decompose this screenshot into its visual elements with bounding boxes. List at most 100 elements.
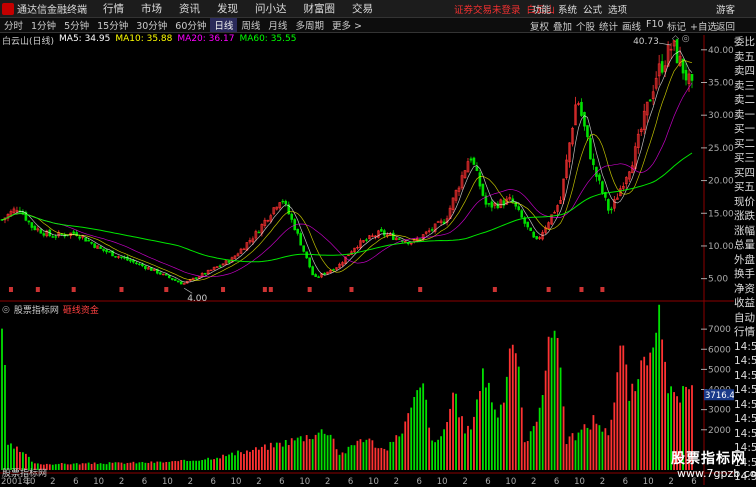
event-marker-icon <box>71 287 76 292</box>
candle-body <box>72 231 75 234</box>
menu-gongneng[interactable]: 功能 <box>532 2 551 16</box>
tool-add-favorite[interactable]: +自选 <box>690 19 717 33</box>
tool-fuquan[interactable]: 复权 <box>530 19 549 33</box>
tool-tongji[interactable]: 统计 <box>599 19 618 33</box>
candle-body <box>167 275 171 279</box>
quote-panel-item: 14:50 <box>734 355 756 367</box>
candle-body <box>138 263 141 266</box>
quote-panel-item: 14:50 <box>734 427 756 440</box>
period-5min[interactable]: 5分钟 <box>60 18 93 32</box>
event-marker-icon <box>307 287 312 292</box>
quote-panel: 委比 卖五 卖四 卖三 卖二 卖一 买一 买二 买三 买四 买五 现价 涨跌 涨幅 总量 外盘 换手 净资 收益 自动… <box>734 35 756 487</box>
indicator-title: ◎ 股票指标网 砸线资金 <box>2 303 99 317</box>
tool-huaxian[interactable]: 画线 <box>622 19 641 33</box>
candle-body <box>299 233 303 246</box>
tool-diejia[interactable]: 叠加 <box>553 19 572 33</box>
candle-body <box>141 263 144 267</box>
candle-body <box>490 201 494 208</box>
x-axis-tick: 6 <box>142 477 147 487</box>
candle-body <box>179 281 183 285</box>
period-multi[interactable]: 多周期 <box>291 18 328 32</box>
period-1min[interactable]: 1分钟 <box>27 18 60 32</box>
menu-faxian[interactable]: 发现 <box>217 1 238 16</box>
x-axis-tick: 2 <box>188 477 193 487</box>
x-axis-tick: 6 <box>210 477 215 487</box>
candle-body <box>290 213 294 220</box>
candle-body <box>194 277 198 279</box>
x-axis-tick: 2 <box>394 477 399 487</box>
candle-body <box>87 240 90 242</box>
period-60min[interactable]: 60分钟 <box>171 18 210 32</box>
quote-panel-item[interactable]: 自动 <box>734 311 756 326</box>
menu-xitong[interactable]: 系统 <box>558 2 577 16</box>
tool-gegu[interactable]: 个股 <box>576 19 595 33</box>
guest-user[interactable]: 游客 <box>716 2 735 16</box>
indicator-axis-label: 7000 <box>708 325 731 335</box>
quote-panel-item: 买一 <box>734 123 755 135</box>
candle-body <box>514 201 518 207</box>
candle-body <box>583 112 586 127</box>
low-price-label: 4.00 <box>187 294 207 304</box>
menu-hangqing[interactable]: 行情 <box>103 1 124 16</box>
indicator-axis-label: 3000 <box>708 406 731 416</box>
quote-panel-item: 卖五 <box>734 50 755 63</box>
low-marker-line <box>184 287 193 294</box>
ma10-line <box>1 60 693 281</box>
candle-body <box>610 208 613 211</box>
period-30min[interactable]: 30分钟 <box>132 18 171 32</box>
quote-panel-item: 14:50 <box>734 340 756 353</box>
x-axis-tick: 10 <box>299 477 310 487</box>
price-axis-label: 40.00 <box>708 46 734 56</box>
candle-body <box>478 172 482 187</box>
period-monthly[interactable]: 月线 <box>264 18 291 32</box>
tool-f10[interactable]: F10 <box>646 19 664 30</box>
candle-body <box>526 221 530 228</box>
candle-body <box>487 203 491 205</box>
tool-biaoji[interactable]: 标记 <box>667 19 686 33</box>
menu-gongshi[interactable]: 公式 <box>583 2 602 16</box>
menu-shichang[interactable]: 市场 <box>141 1 162 16</box>
indicator-axis-label: 6000 <box>708 345 731 355</box>
candle-body <box>305 251 308 259</box>
indicator-name[interactable]: 砸线资金 <box>63 303 99 316</box>
quote-panel-item: 14:50 <box>734 398 756 411</box>
candle-body <box>164 273 168 276</box>
tool-back[interactable]: 返回 <box>716 19 735 33</box>
candle-body <box>257 231 261 234</box>
candle-body <box>592 158 595 166</box>
login-status[interactable]: 证券交易未登录 <box>454 2 521 16</box>
period-more[interactable]: 更多 > <box>328 18 366 32</box>
menu-caifuquan[interactable]: 财富圈 <box>304 1 336 16</box>
menu-xuanxiang[interactable]: 选项 <box>608 2 627 16</box>
kline-chart[interactable]: 40.734.00 40.0035.0030.0025.0020.0015.00… <box>0 35 734 487</box>
x-axis-tick: 6 <box>417 477 422 487</box>
x-axis-tick: 10 <box>437 477 448 487</box>
period-weekly[interactable]: 周线 <box>237 18 264 32</box>
period-fenshi[interactable]: 分时 <box>0 18 27 32</box>
candle-body <box>99 246 102 249</box>
x-axis-tick: 6 <box>348 477 353 487</box>
candle-body <box>135 262 138 265</box>
period-toolbar: 分时 1分钟 5分钟 15分钟 30分钟 60分钟 日线 周线 月线 多周期 更… <box>0 18 756 33</box>
quote-panel-item: 14:50 <box>734 384 756 396</box>
event-marker-icon <box>221 287 226 292</box>
price-axis-label: 30.00 <box>708 111 734 121</box>
x-axis-tick: 2 <box>256 477 261 487</box>
menu-wenxiaoda[interactable]: 问小达 <box>255 1 287 16</box>
menu-jiaoyi[interactable]: 交易 <box>352 1 373 16</box>
menu-zixun[interactable]: 资讯 <box>179 1 200 16</box>
candle-body <box>475 166 479 171</box>
event-marker-icon <box>119 287 124 292</box>
event-marker-icon <box>164 287 169 292</box>
quote-panel-item: 现价 <box>734 195 755 208</box>
candle-body <box>27 220 31 223</box>
candle-body <box>520 210 524 218</box>
ma-lines <box>1 50 693 283</box>
app-logo-icon <box>2 2 14 15</box>
quote-panel-item: 卖一 <box>734 108 755 121</box>
quote-panel-item: 换手 <box>734 268 755 280</box>
quote-panel-item: 行情 <box>734 326 755 338</box>
x-axis-tick: 6 <box>73 477 78 487</box>
period-daily[interactable]: 日线 <box>210 18 238 32</box>
period-15min[interactable]: 15分钟 <box>93 18 132 32</box>
